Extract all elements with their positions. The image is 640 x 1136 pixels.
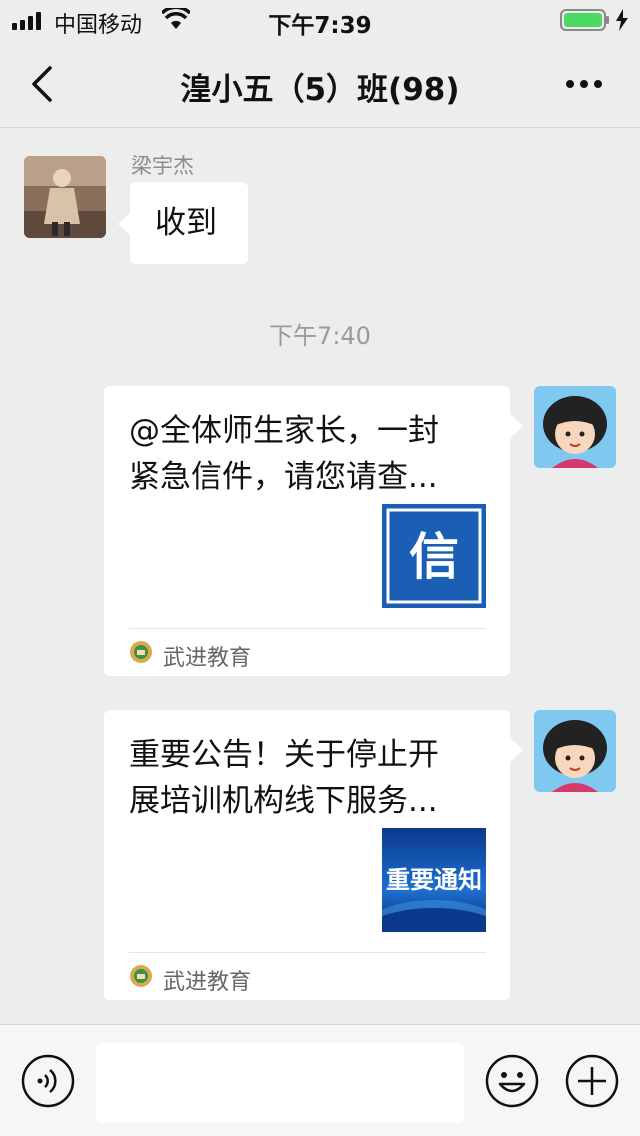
message-timestamp: 下午7:40 <box>269 322 371 350</box>
article-source: 武进教育 <box>163 970 252 995</box>
voice-icon[interactable] <box>21 1054 75 1108</box>
svg-text:信: 信 <box>409 527 459 586</box>
avatar[interactable] <box>534 710 616 792</box>
article-title: 重要公告！关于停止开 展培训机构线下服务... <box>129 737 439 819</box>
message-input[interactable] <box>96 1043 464 1123</box>
battery-icon <box>560 9 609 31</box>
avatar[interactable] <box>534 386 616 468</box>
cartoon-avatar-icon <box>534 386 616 468</box>
chat-title: 湟小五（5）班(98) <box>180 72 460 108</box>
charging-icon <box>616 9 628 31</box>
more-icon[interactable] <box>560 64 608 104</box>
status-bar: 中国移动 下午7:39 <box>0 0 640 40</box>
source-logo-icon <box>130 965 152 987</box>
article-source: 武进教育 <box>163 646 252 671</box>
cartoon-avatar-icon <box>534 710 616 792</box>
emoji-icon[interactable] <box>485 1054 539 1108</box>
article-card[interactable]: @全体师生家长，一封 紧急信件，请您请查... 信 武进教育 <box>104 386 510 676</box>
avatar-photo <box>24 156 106 238</box>
svg-text:重要通知: 重要通知 <box>386 865 482 894</box>
input-bar <box>0 1024 640 1136</box>
article-thumbnail: 重要通知 <box>382 828 486 932</box>
article-thumbnail: 信 <box>382 504 486 608</box>
back-icon[interactable] <box>20 60 64 108</box>
article-title: @全体师生家长，一封 紧急信件，请您请查... <box>129 413 439 495</box>
plus-icon[interactable] <box>565 1054 619 1108</box>
sender-name: 梁宇杰 <box>131 154 194 178</box>
status-time: 下午7:39 <box>268 13 372 39</box>
source-logo-icon <box>130 641 152 663</box>
article-card[interactable]: 重要公告！关于停止开 展培训机构线下服务... 重要通知 武进教育 <box>104 710 510 1000</box>
message-bubble[interactable]: 收到 <box>130 182 248 264</box>
avatar[interactable] <box>24 156 106 238</box>
nav-bar: 湟小五（5）班(98) <box>0 40 640 128</box>
